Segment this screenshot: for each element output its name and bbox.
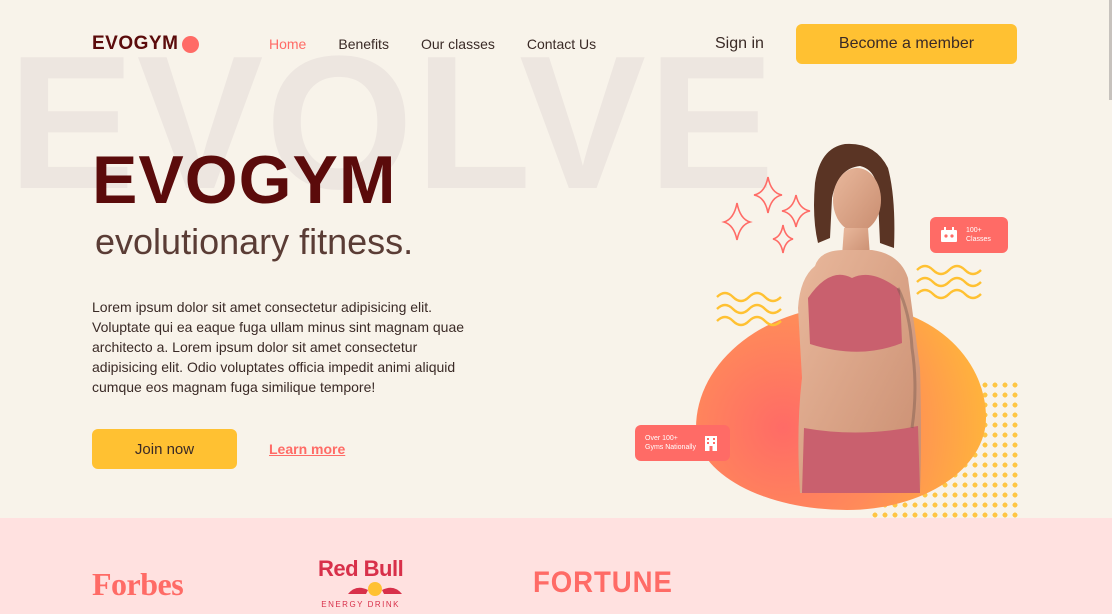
athlete-photo bbox=[798, 143, 921, 493]
hero-subtitle: evolutionary fitness. bbox=[95, 221, 414, 262]
brand-name: EVOGYM bbox=[92, 33, 179, 54]
brand-dot-icon bbox=[182, 35, 200, 53]
gyms-count: Over 100+ bbox=[645, 435, 678, 442]
hero-description: Lorem ipsum dolor sit amet consectetur a… bbox=[92, 299, 465, 395]
sign-in-link[interactable]: Sign in bbox=[715, 35, 764, 53]
redbull-name: Red Bull bbox=[318, 556, 404, 581]
join-now-button[interactable]: Join now bbox=[92, 429, 237, 469]
classes-icon bbox=[941, 227, 957, 242]
navbar: EVOGYM Home Benefits Our classes Contact… bbox=[0, 0, 1112, 88]
become-member-button[interactable]: Become a member bbox=[796, 24, 1017, 64]
hero-title: EVOGYM bbox=[92, 142, 397, 218]
redbull-tagline: ENERGY DRINK bbox=[321, 600, 400, 609]
building-icon bbox=[704, 436, 717, 451]
sponsors-band: Forbes Red Bull ENERGY DRINK FORTUNE bbox=[0, 518, 1112, 614]
nav-link-benefits[interactable]: Benefits bbox=[338, 36, 389, 52]
brand-logo[interactable]: EVOGYM bbox=[92, 33, 200, 55]
classes-badge: 100+ Classes bbox=[930, 217, 1008, 253]
gyms-badge: Over 100+ Gyms Nationally bbox=[635, 425, 730, 461]
forbes-logo: Forbes bbox=[92, 566, 184, 602]
learn-more-link[interactable]: Learn more bbox=[269, 441, 345, 457]
nav-link-home[interactable]: Home bbox=[269, 36, 306, 52]
hero-graphic: 100+ Classes Over 100+ Gyms Nationally bbox=[620, 100, 1040, 520]
classes-label: Classes bbox=[966, 236, 991, 243]
nav-link-our-classes[interactable]: Our classes bbox=[421, 36, 495, 52]
fortune-logo: FORTUNE bbox=[533, 566, 673, 599]
bulls-icon bbox=[348, 582, 402, 596]
nav-links: Home Benefits Our classes Contact Us bbox=[269, 36, 596, 52]
redbull-logo: Red Bull ENERGY DRINK bbox=[318, 556, 404, 609]
gyms-label: Gyms Nationally bbox=[645, 444, 696, 451]
classes-count: 100+ bbox=[966, 227, 982, 234]
nav-link-contact-us[interactable]: Contact Us bbox=[527, 36, 596, 52]
